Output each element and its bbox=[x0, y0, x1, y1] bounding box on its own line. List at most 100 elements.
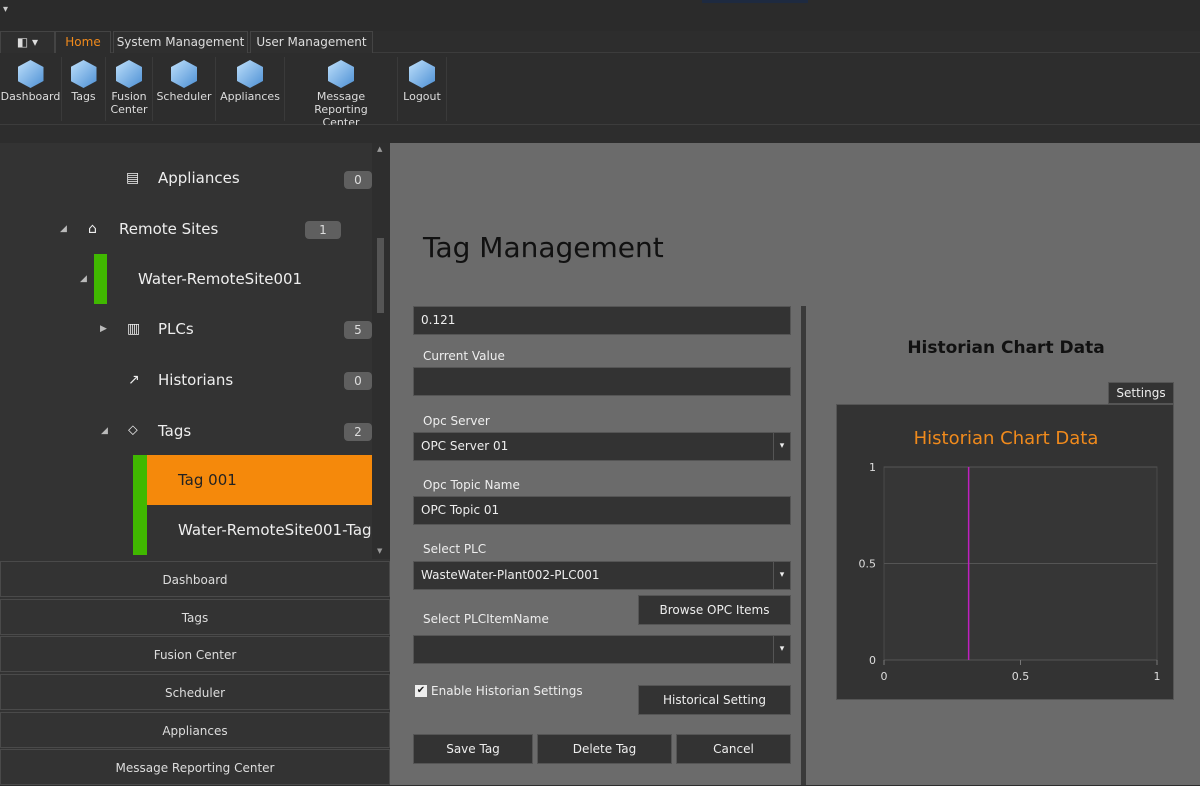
label: Appliances bbox=[220, 90, 280, 103]
opc-topic-field[interactable]: OPC Topic 01 bbox=[413, 496, 791, 525]
select-plc-dropdown[interactable]: WasteWater-Plant002-PLC001 bbox=[413, 561, 791, 590]
page-title: Tag Management bbox=[423, 231, 664, 264]
cube-icon bbox=[328, 60, 354, 88]
quick-access-menu-icon[interactable]: ▾ bbox=[3, 4, 8, 15]
ribbon-footer bbox=[0, 125, 1200, 143]
label: Dashboard bbox=[0, 90, 61, 103]
cube-icon bbox=[409, 60, 435, 88]
cube-icon bbox=[171, 60, 197, 88]
historical-setting-button[interactable]: Historical Setting bbox=[638, 685, 791, 715]
delete-tag-button[interactable]: Delete Tag bbox=[537, 734, 672, 764]
tab-user-management[interactable]: User Management bbox=[250, 31, 373, 53]
form-scrollbar[interactable] bbox=[801, 306, 806, 785]
tree-scrollbar[interactable]: ▲ ▼ bbox=[372, 143, 390, 559]
count-badge: 0 bbox=[344, 171, 372, 189]
tree-item-site[interactable]: Water-RemoteSite001 bbox=[138, 267, 302, 291]
historian-icon: ↗ bbox=[128, 372, 140, 388]
value-field[interactable]: 0.121 bbox=[413, 306, 791, 335]
ribbon-tags-button[interactable]: Tags bbox=[62, 57, 106, 121]
nav-scheduler-button[interactable]: Scheduler bbox=[0, 674, 390, 710]
select-plc-item-dropdown[interactable] bbox=[413, 635, 791, 664]
cancel-button[interactable]: Cancel bbox=[676, 734, 791, 764]
ribbon-appliances-button[interactable]: Appliances bbox=[216, 57, 285, 121]
nav-tags-button[interactable]: Tags bbox=[0, 599, 390, 635]
opc-server-label: Opc Server bbox=[423, 414, 490, 428]
layout-icon: ◧ ▾ bbox=[16, 35, 39, 49]
cube-icon bbox=[70, 60, 97, 88]
current-value-label: Current Value bbox=[423, 349, 505, 363]
opc-topic-label: Opc Topic Name bbox=[423, 478, 520, 492]
tree-item-tags[interactable]: Tags bbox=[158, 419, 191, 443]
factory-icon: ⌂ bbox=[88, 221, 97, 237]
main-panel: Tag Management 0.121 Current Value Opc S… bbox=[390, 143, 1200, 785]
tree-item-plcs[interactable]: PLCs bbox=[158, 317, 194, 341]
x-tick-label: 0 bbox=[881, 670, 888, 683]
cube-icon bbox=[237, 60, 263, 88]
nav-dashboard-button[interactable]: Dashboard bbox=[0, 561, 390, 597]
y-tick-label: 0 bbox=[869, 654, 876, 667]
browse-opc-items-button[interactable]: Browse OPC Items bbox=[638, 595, 791, 625]
chart-container: Historian Chart Data 0 0.5 1 0 0.5 1 bbox=[836, 404, 1174, 700]
tree-item-appliances[interactable]: Appliances bbox=[158, 166, 240, 190]
tab-system-management[interactable]: System Management bbox=[113, 31, 248, 53]
label: Fusion Center bbox=[110, 90, 148, 116]
expand-arrow-icon[interactable]: ◢ bbox=[101, 426, 108, 436]
y-tick-label: 0.5 bbox=[859, 558, 877, 571]
app-menu-button[interactable]: ◧ ▾ bbox=[0, 31, 55, 53]
scroll-up-icon[interactable]: ▲ bbox=[377, 145, 382, 153]
chart-title: Historian Chart Data bbox=[914, 428, 1099, 449]
ribbon-message-reporting-center-button[interactable]: Message Reporting Center bbox=[285, 57, 398, 129]
y-tick-label: 1 bbox=[869, 461, 876, 474]
tree-item-remote-sites[interactable]: Remote Sites bbox=[119, 217, 218, 241]
x-tick-label: 1 bbox=[1154, 670, 1161, 683]
opc-server-dropdown[interactable]: OPC Server 01 bbox=[413, 432, 791, 461]
select-plc-label: Select PLC bbox=[423, 542, 487, 556]
scroll-thumb[interactable] bbox=[377, 238, 384, 313]
enable-historian-checkbox[interactable]: ✔ bbox=[415, 685, 427, 697]
ribbon-tabs: ◧ ▾ Home System Management User Manageme… bbox=[0, 31, 1200, 53]
count-badge: 2 bbox=[344, 423, 372, 441]
sidebar: ▤ Appliances 0 ◢ ⌂ Remote Sites 1 ◢ Wate… bbox=[0, 143, 390, 785]
label: Tags bbox=[71, 90, 96, 103]
ribbon-scheduler-button[interactable]: Scheduler bbox=[153, 57, 216, 121]
label: Tag 001 bbox=[178, 471, 237, 489]
nav-fusion-center-button[interactable]: Fusion Center bbox=[0, 636, 390, 672]
current-value-field[interactable] bbox=[413, 367, 791, 396]
label: Scheduler bbox=[156, 90, 212, 103]
ribbon-fusion-center-button[interactable]: Fusion Center bbox=[106, 57, 153, 121]
cube-icon bbox=[116, 60, 142, 88]
save-tag-button[interactable]: Save Tag bbox=[413, 734, 533, 764]
tab-home[interactable]: Home bbox=[55, 31, 111, 53]
tree-item-historians[interactable]: Historians bbox=[158, 368, 233, 392]
ribbon: Dashboard Tags Fusion Center Scheduler A… bbox=[0, 53, 1200, 129]
enable-historian-label: Enable Historian Settings bbox=[431, 684, 583, 698]
tree-item-tag-001[interactable]: Tag 001 bbox=[147, 455, 372, 505]
collapse-arrow-icon[interactable]: ▶ bbox=[100, 324, 107, 334]
status-indicator bbox=[133, 455, 147, 555]
window-caption bbox=[702, 0, 808, 3]
select-plc-item-label: Select PLCItemName bbox=[423, 612, 549, 626]
ribbon-logout-button[interactable]: Logout bbox=[398, 57, 447, 121]
navigation-tree: ▤ Appliances 0 ◢ ⌂ Remote Sites 1 ◢ Wate… bbox=[0, 143, 372, 559]
nav-appliances-button[interactable]: Appliances bbox=[0, 712, 390, 748]
count-badge: 1 bbox=[305, 221, 341, 239]
chart-heading: Historian Chart Data bbox=[907, 338, 1105, 358]
scroll-down-icon[interactable]: ▼ bbox=[377, 547, 382, 555]
nav-message-reporting-center-button[interactable]: Message Reporting Center bbox=[0, 749, 390, 785]
tag-icon: ⬦ bbox=[128, 422, 138, 438]
count-badge: 5 bbox=[344, 321, 372, 339]
tree-item-tag-002[interactable]: Water-RemoteSite001-Tag002 bbox=[178, 518, 372, 542]
label: Message Reporting Center bbox=[314, 90, 368, 129]
status-indicator bbox=[94, 254, 107, 304]
historian-chart: Historian Chart Data 0 0.5 1 0 0.5 1 bbox=[859, 428, 1161, 683]
expand-arrow-icon[interactable]: ◢ bbox=[80, 274, 87, 284]
chart-settings-button[interactable]: Settings bbox=[1108, 382, 1174, 404]
ribbon-dashboard-button[interactable]: Dashboard bbox=[0, 57, 62, 121]
x-tick-label: 0.5 bbox=[1012, 670, 1030, 683]
count-badge: 0 bbox=[344, 372, 372, 390]
expand-arrow-icon[interactable]: ◢ bbox=[60, 224, 67, 234]
appliance-icon: ▤ bbox=[126, 170, 140, 186]
plc-icon: ▥ bbox=[127, 321, 141, 337]
cube-icon bbox=[17, 60, 44, 88]
label: Logout bbox=[403, 90, 441, 103]
